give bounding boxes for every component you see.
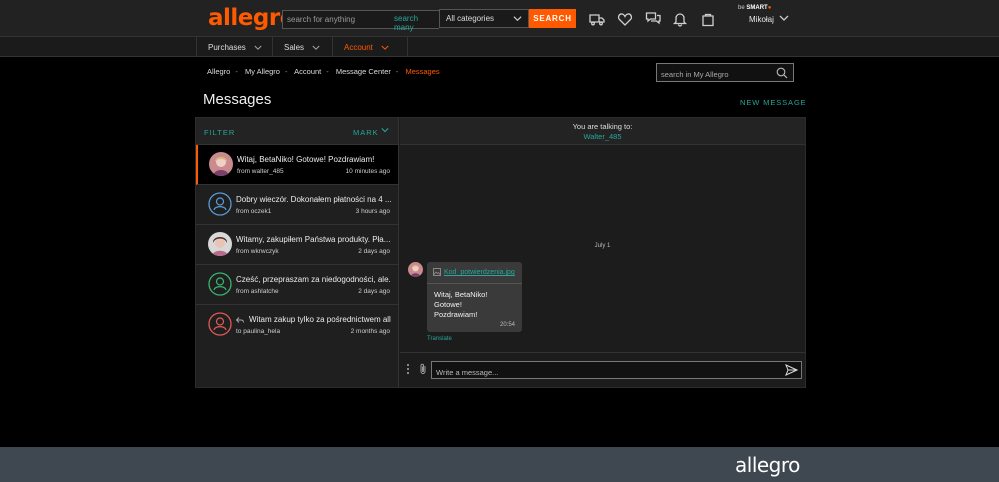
chevron-down-icon bbox=[254, 45, 262, 50]
chat-header: You are talking to: Walter_485 bbox=[400, 118, 805, 145]
more-options-icon[interactable] bbox=[406, 363, 410, 375]
message-bubble: Kod_potwierdzenia.jpg Witaj, BetaNiko! G… bbox=[427, 262, 522, 332]
attachment-icon[interactable] bbox=[418, 363, 428, 375]
breadcrumb-allegro[interactable]: Allegro bbox=[207, 67, 230, 76]
shopping-bag-icon[interactable] bbox=[700, 11, 716, 27]
nav-purchases[interactable]: Purchases bbox=[196, 37, 272, 57]
footer: allegro bbox=[0, 447, 999, 482]
delivery-truck-icon[interactable] bbox=[589, 11, 605, 27]
avatar bbox=[208, 232, 232, 256]
translate-link[interactable]: Translate bbox=[427, 336, 452, 342]
top-header: allegro search many All categories SEARC… bbox=[0, 0, 999, 37]
breadcrumb: Allegro - My Allegro - Account - Message Ce… bbox=[207, 67, 440, 76]
message-input[interactable] bbox=[432, 364, 772, 381]
messages-panel: FILTER MARK Witaj, BetaNiko! Gotowe! Poz… bbox=[195, 117, 806, 388]
category-select[interactable]: All categories bbox=[439, 9, 529, 28]
conversation-time: 10 minutes ago bbox=[345, 168, 390, 175]
attachment-link[interactable]: Kod_potwierdzenia.jpg bbox=[433, 268, 515, 276]
user-menu[interactable]: be SMART● Mikołaj bbox=[738, 5, 789, 24]
search-icon[interactable] bbox=[776, 67, 788, 79]
chevron-down-icon bbox=[381, 45, 389, 50]
search-many-link[interactable]: search many bbox=[394, 14, 439, 32]
page-title: Messages bbox=[203, 91, 272, 108]
message-input-field bbox=[431, 361, 802, 381]
conversation-from: from ashlatche bbox=[236, 288, 279, 295]
talking-to-label: You are talking to: bbox=[572, 122, 633, 131]
conversation-item[interactable]: Witaj, BetaNiko! Gotowe! Pozdrawiam! fro… bbox=[196, 145, 398, 185]
conversation-time: 2 months ago bbox=[350, 328, 390, 335]
breadcrumb-current: Messages bbox=[405, 67, 440, 76]
breadcrumb-my-allegro[interactable]: My Allegro bbox=[245, 67, 280, 76]
conversation-item[interactable]: Dobry wieczór. Dokonałem płatności na 4 … bbox=[196, 185, 398, 225]
mark-button[interactable]: MARK bbox=[353, 128, 379, 137]
category-value: All categories bbox=[446, 14, 495, 23]
chat-icon[interactable] bbox=[645, 11, 661, 27]
nav-account[interactable]: Account bbox=[332, 37, 408, 57]
user-avatar-icon bbox=[208, 312, 232, 336]
image-icon bbox=[433, 268, 441, 276]
message-text: Witaj, BetaNiko! Gotowe! Pozdrawiam! bbox=[434, 290, 488, 319]
new-message-button[interactable]: NEW MESSAGE bbox=[740, 98, 807, 107]
bell-icon[interactable] bbox=[672, 11, 688, 27]
my-allegro-search bbox=[656, 63, 794, 83]
conversation-time: 2 days ago bbox=[358, 248, 390, 255]
breadcrumb-message-center[interactable]: Message Center bbox=[336, 67, 391, 76]
conversation-from: from oczek1 bbox=[236, 208, 272, 215]
divider bbox=[427, 283, 522, 284]
date-separator: July 1 bbox=[594, 243, 611, 249]
conversation-time: 2 days ago bbox=[358, 288, 390, 295]
chevron-down-icon bbox=[312, 45, 320, 50]
main-search: search many All categories SEARCH bbox=[282, 9, 576, 32]
bolt-icon: ● bbox=[767, 5, 772, 11]
chevron-down-icon[interactable] bbox=[381, 126, 389, 134]
heart-icon[interactable] bbox=[617, 11, 633, 27]
user-avatar-icon bbox=[208, 272, 232, 296]
conversation-subject: Witaj, BetaNiko! Gotowe! Pozdrawiam! bbox=[237, 155, 375, 164]
conversation-from: from wkrwczyk bbox=[236, 248, 279, 255]
nav-bar: Purchases Sales Account bbox=[0, 37, 999, 57]
conversation-from: to paulina_hela bbox=[236, 328, 281, 335]
conversation-from: from walter_485 bbox=[237, 168, 284, 175]
breadcrumb-account[interactable]: Account bbox=[294, 67, 321, 76]
talking-to-user[interactable]: Walter_485 bbox=[400, 132, 805, 141]
filter-button[interactable]: FILTER bbox=[204, 128, 235, 137]
conversation-item[interactable]: Cześć, przepraszam za niedogodności, ale… bbox=[196, 265, 398, 305]
conversation-time: 3 hours ago bbox=[355, 208, 390, 215]
chevron-down-icon bbox=[779, 15, 789, 21]
conversation-list: FILTER MARK Witaj, BetaNiko! Gotowe! Poz… bbox=[196, 118, 399, 387]
conversation-subject: Witamy, zakupiłem Państwa produkty. Pła.… bbox=[236, 235, 391, 244]
chevron-down-icon bbox=[513, 16, 522, 22]
conversation-item[interactable]: Witamy, zakupiłem Państwa produkty. Pła.… bbox=[196, 225, 398, 265]
avatar bbox=[209, 152, 233, 176]
conversation-subject: Witam zakup tylko za pośrednictwem alle.… bbox=[236, 315, 391, 324]
chat-area: You are talking to: Walter_485 July 1 Ko… bbox=[400, 118, 805, 387]
message-time: 20:54 bbox=[499, 322, 515, 328]
list-header: FILTER MARK bbox=[196, 118, 398, 145]
conversation-item[interactable]: Witam zakup tylko za pośrednictwem alle.… bbox=[196, 305, 398, 345]
conversation-subject: Dobry wieczór. Dokonałem płatności na 4 … bbox=[236, 195, 391, 204]
user-avatar-icon bbox=[208, 192, 232, 216]
footer-logo[interactable]: allegro bbox=[735, 453, 800, 477]
compose-bar bbox=[400, 352, 805, 387]
besmart-badge: be SMART● bbox=[738, 5, 772, 11]
nav-sales[interactable]: Sales bbox=[272, 37, 332, 57]
send-icon[interactable] bbox=[785, 364, 798, 376]
reply-icon bbox=[236, 317, 244, 323]
my-allegro-search-input[interactable] bbox=[657, 66, 772, 83]
search-button[interactable]: SEARCH bbox=[529, 9, 576, 28]
conversation-subject: Cześć, przepraszam za niedogodności, ale… bbox=[236, 275, 391, 284]
avatar bbox=[408, 262, 423, 277]
user-name: Mikołaj bbox=[749, 15, 774, 24]
